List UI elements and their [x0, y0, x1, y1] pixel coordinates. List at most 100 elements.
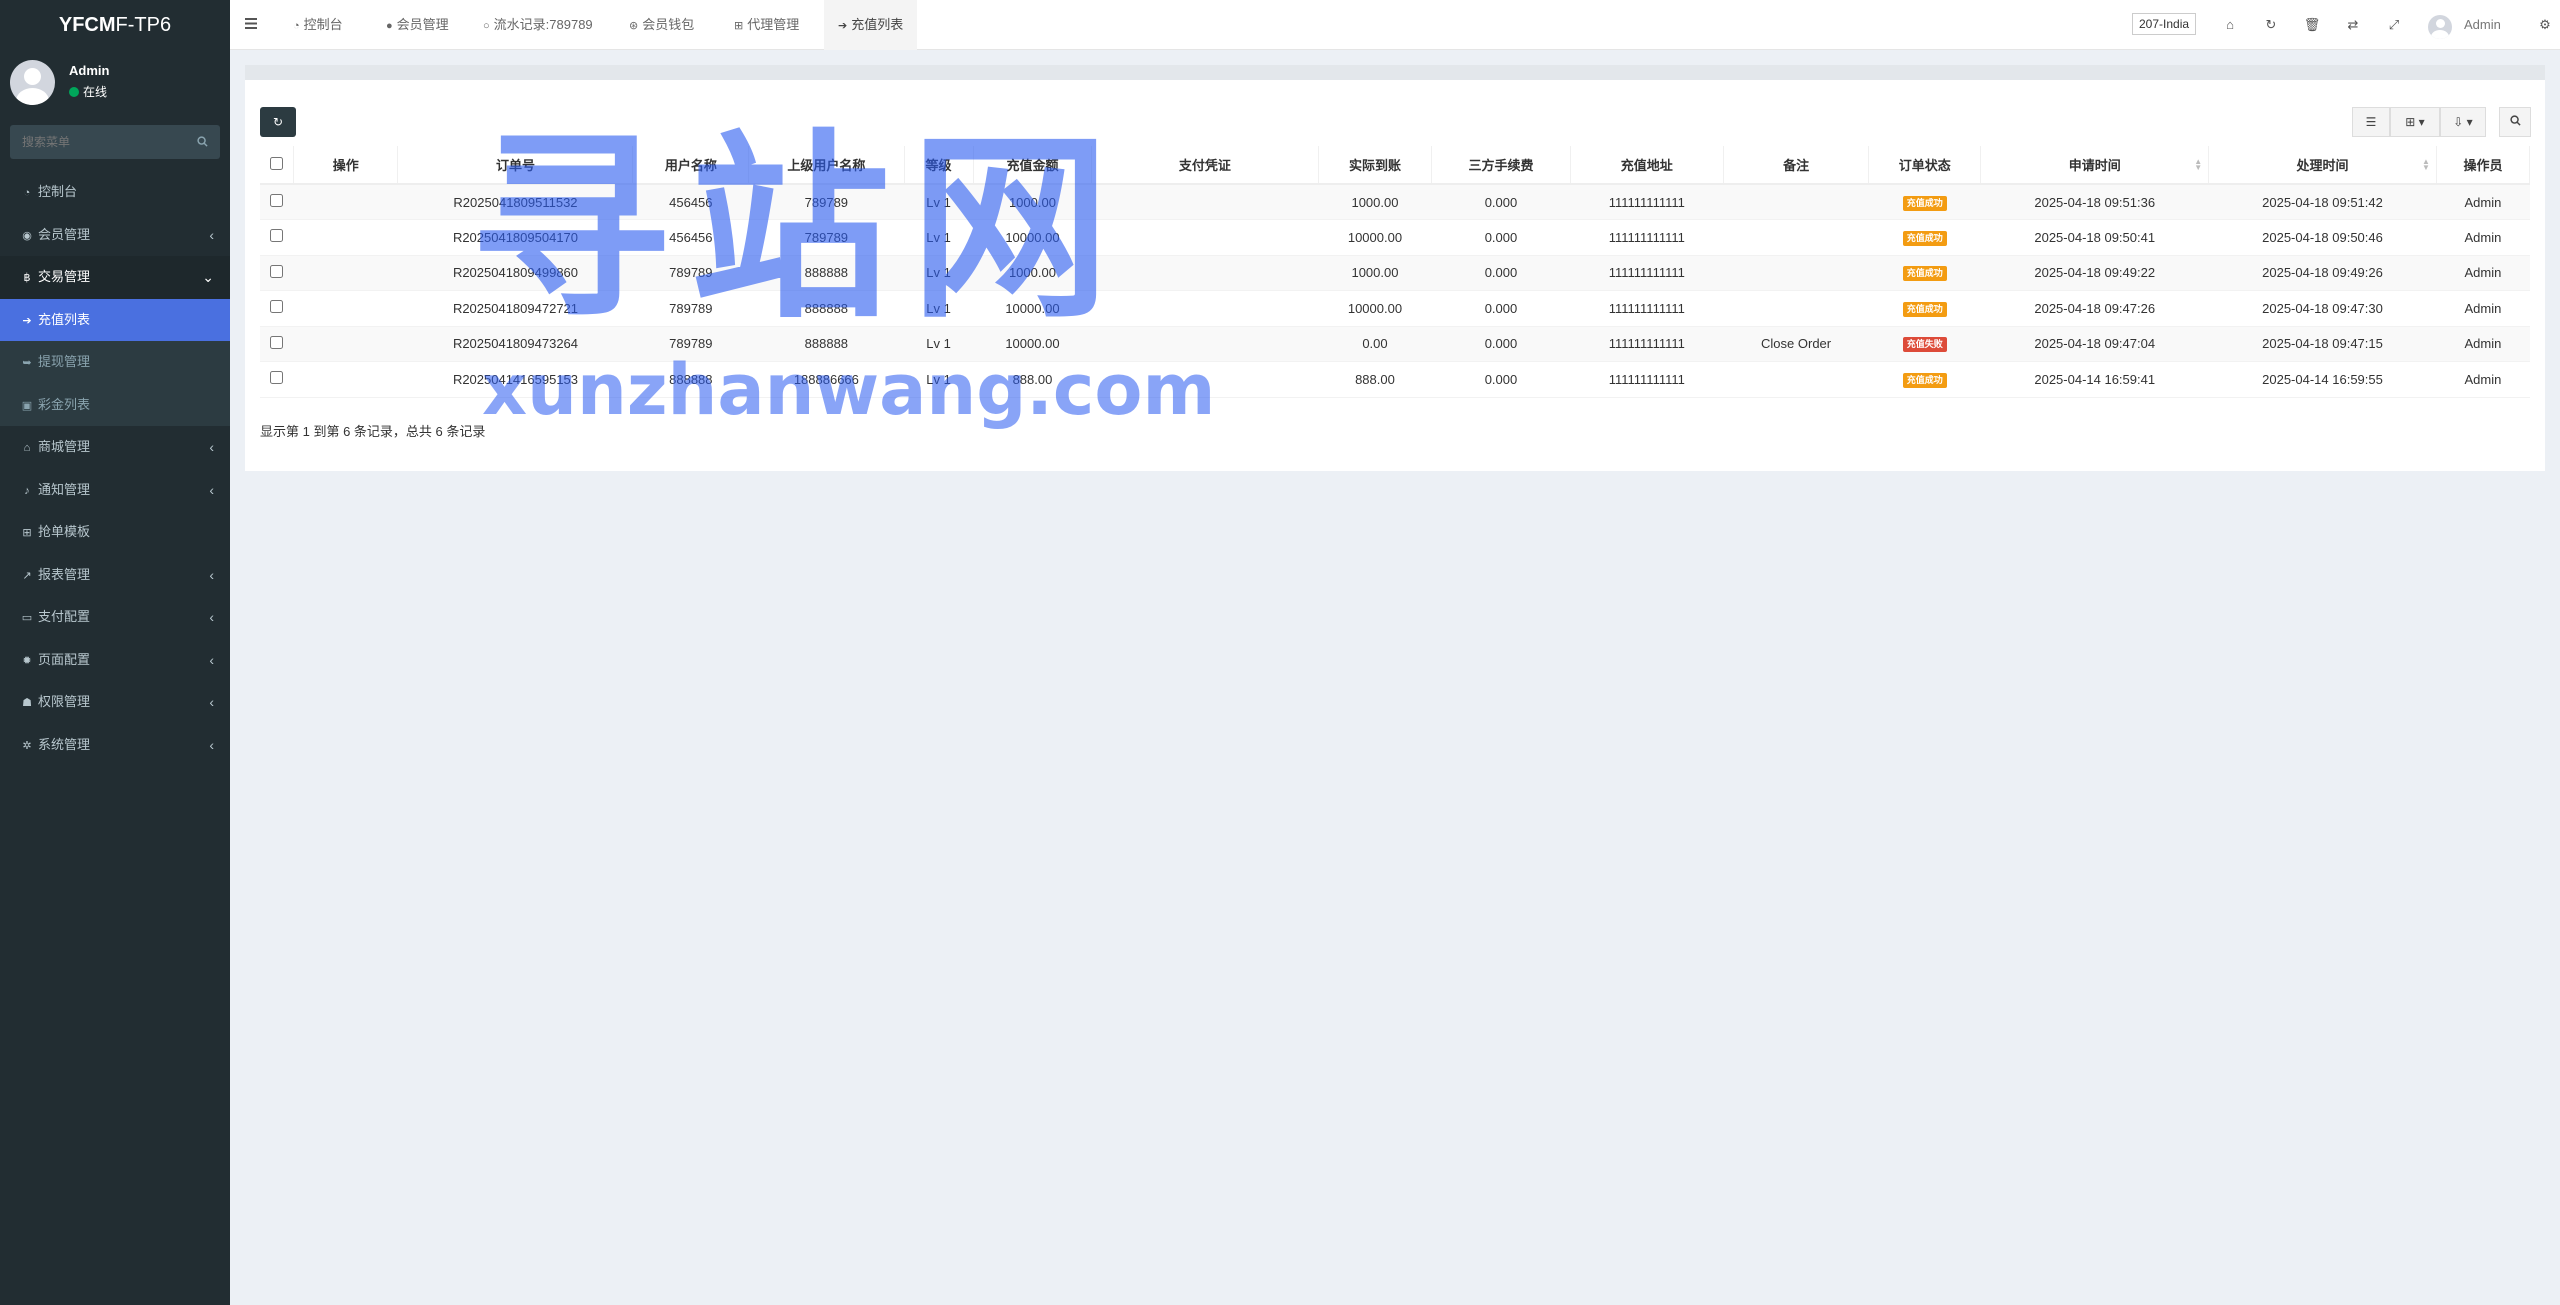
table-refresh-button[interactable]: ↻ [260, 107, 296, 137]
tab-agent-management[interactable]: ⊞ 代理管理 [720, 0, 813, 50]
th-icon: ⊞ ▾ [2405, 115, 2425, 129]
cell-status: 充值成功 [1868, 255, 1981, 291]
cell-remark [1723, 361, 1869, 398]
content-header-strip [245, 65, 2545, 80]
cell-status: 充值成功 [1868, 290, 1981, 327]
export-button[interactable]: ⇩ ▾ [2440, 107, 2486, 137]
columns-button[interactable]: ⊞ ▾ [2390, 107, 2440, 137]
header-admin-name[interactable]: Admin [2464, 0, 2501, 50]
status-badge: 充值成功 [1902, 372, 1947, 388]
sidebar-item-permissions[interactable]: ☗ 权限管理 ‹ [0, 681, 230, 724]
chevron-left-icon: ‹ [209, 651, 214, 668]
column-header[interactable]: 操作员 [2436, 146, 2531, 185]
cogs-icon: ⚙ [2539, 17, 2551, 32]
row-checkbox[interactable] [270, 194, 284, 207]
toggle-view-button[interactable]: ☰ [2352, 107, 2390, 137]
sidebar-item-system[interactable]: ✲ 系统管理 ‹ [0, 724, 230, 767]
fullscreen-button[interactable]: ⤢ [2379, 0, 2409, 50]
sidebar-item-order-template[interactable]: ⊞ 抢单模板 [0, 511, 230, 554]
home-icon: ⌂ [23, 442, 31, 454]
column-header[interactable]: 实际到账 [1318, 146, 1433, 185]
cell-process-time: 2025-04-14 16:59:55 [2208, 361, 2437, 398]
sidebar-item-dashboard[interactable]: ◔ 控制台 [0, 171, 230, 214]
row-actions [293, 184, 398, 220]
header-avatar[interactable] [2428, 15, 2452, 39]
chevron-left-icon: ‹ [209, 439, 214, 455]
cell-operator: Admin [2436, 361, 2530, 398]
sidebar-item-withdraw[interactable]: ➥ 提现管理 [0, 341, 230, 384]
column-header-apply-time[interactable]: 申请时间 ▲ ▼ [1980, 146, 2210, 185]
tab-flow-records[interactable]: ○ 流水记录:789789 [469, 0, 607, 50]
sidebar-item-payment-config[interactable]: ▭ 支付配置 ‹ [0, 596, 230, 639]
tab-recharge-list[interactable]: ➔ 充值列表 [824, 0, 918, 50]
language-selector[interactable]: 207-India [2132, 13, 2197, 35]
sidebar-item-recharge-list[interactable]: ➔ 充值列表 [0, 298, 230, 341]
sidebar-item-trade[interactable]: ฿交易管理 ⌄ [0, 256, 230, 299]
clear-cache-button[interactable]: 🗑 [2297, 0, 2327, 50]
cell-status: 充值失败 [1868, 326, 1981, 362]
sidebar-toggle-button[interactable] [245, 0, 257, 50]
sidebar-item-shop[interactable]: ⌂ 商城管理 ‹ [0, 426, 230, 469]
row-actions [293, 290, 398, 327]
cell-remark [1723, 184, 1869, 220]
row-actions [293, 326, 398, 362]
column-header[interactable]: 三方手续费 [1431, 146, 1571, 185]
row-checkbox[interactable] [270, 371, 284, 385]
cell-operator: Admin [2436, 255, 2530, 291]
row-checkbox[interactable] [270, 300, 284, 314]
brand-logo[interactable]: YFCMF-TP6 [0, 0, 230, 50]
row-select-cell [260, 290, 294, 327]
credit-card-icon: ▭ [21, 612, 33, 624]
status-badge: 充值成功 [1902, 266, 1947, 282]
wallet-icon: ⊛ [629, 20, 639, 32]
gift-icon: ▣ [21, 399, 33, 412]
select-all-checkbox[interactable] [270, 156, 284, 170]
menu-search [10, 125, 220, 159]
column-header-process-time[interactable]: 处理时间 ▲ ▼ [2208, 146, 2437, 185]
row-select-cell [260, 255, 294, 291]
column-header[interactable]: 充值地址 [1570, 146, 1725, 185]
cell-apply-time: 2025-04-18 09:49:22 [1980, 255, 2209, 291]
sidebar-item-bonus-list[interactable]: ▣ 彩金列表 [0, 383, 230, 426]
export-icon: ⇩ ▾ [2453, 115, 2473, 129]
sidebar-item-notice[interactable]: ♪ 通知管理 ‹ [0, 469, 230, 512]
search-toggle-button[interactable] [2499, 107, 2531, 137]
tab-members[interactable]: ● 会员管理 [372, 0, 463, 50]
cell-actual: 1000.00 [1318, 184, 1432, 220]
sidebar: YFCMF-TP6 Admin 在线 ◔控制台 ◉会员管理‹ ฿交易管理⌄ ➔充… [0, 0, 230, 1305]
cogs-icon: ✲ [22, 739, 32, 752]
row-checkbox[interactable] [270, 264, 284, 278]
row-checkbox[interactable] [270, 229, 284, 243]
column-header[interactable]: 备注 [1723, 146, 1870, 185]
cog-icon: ✹ [22, 654, 32, 667]
chevron-left-icon: ‹ [209, 736, 214, 753]
home-icon: ⌂ [2226, 17, 2234, 32]
sidebar-item-members[interactable]: ◉ 会员管理 ‹ [0, 214, 230, 257]
dashboard-icon: ◔ [293, 20, 300, 32]
search-icon[interactable] [197, 135, 208, 150]
column-header[interactable]: 操作 [293, 146, 399, 185]
cell-remark [1723, 219, 1869, 256]
cell-actual: 10000.00 [1318, 219, 1432, 256]
sidebar-item-page-config[interactable]: ✹ 页面配置 ‹ [0, 639, 230, 682]
cell-address: 111111111111 [1570, 326, 1724, 362]
chevron-left-icon: ‹ [209, 566, 214, 583]
home-button[interactable]: ⌂ [2215, 0, 2245, 50]
refresh-button[interactable]: ↻ [2256, 0, 2286, 50]
column-header[interactable]: 订单状态 [1868, 146, 1982, 185]
user-status: 在线 [69, 83, 107, 100]
cell-fee: 0.000 [1431, 255, 1570, 291]
user-circle-icon: ◉ [22, 229, 32, 242]
tab-dashboard[interactable]: ◔ 控制台 [279, 0, 357, 50]
bitcoin-icon: ฿ [23, 272, 31, 284]
chevron-down-icon: ⌄ [202, 269, 214, 285]
sidebar-menu: ◔ 控制台 ◉ 会员管理 ‹ ฿交易管理 ⌄ ➔ 充值列表 ➥ 提现管理 ▣ 彩金列表 ⌂ 商城… [0, 171, 230, 766]
translate-button[interactable]: ⇄ [2338, 0, 2368, 50]
settings-button[interactable]: ⚙ [2530, 0, 2560, 50]
tab-member-wallet[interactable]: ⊛ 会员钱包 [615, 0, 708, 50]
row-checkbox[interactable] [270, 335, 284, 349]
row-select-cell [260, 184, 294, 220]
cell-process-time: 2025-04-18 09:49:26 [2208, 255, 2437, 291]
sidebar-item-reports[interactable]: ↗ 报表管理 ‹ [0, 554, 230, 597]
menu-search-input[interactable] [10, 125, 190, 159]
